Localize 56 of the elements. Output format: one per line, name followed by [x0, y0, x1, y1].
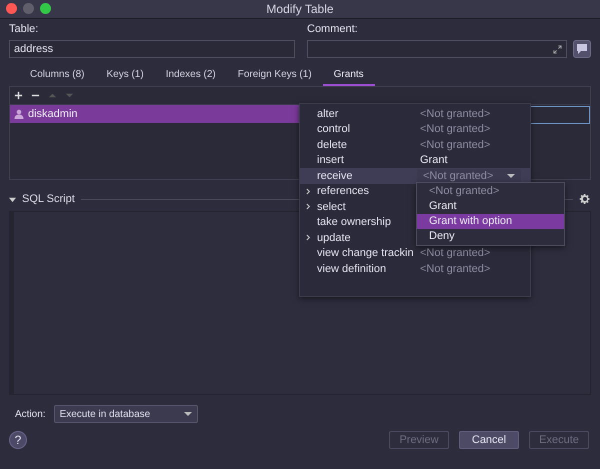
section-title: SQL Script: [22, 193, 75, 205]
privilege-name: insert: [317, 154, 345, 166]
speech-bubble-icon: [576, 43, 588, 55]
grant-value: <Not granted>: [420, 108, 490, 120]
close-button[interactable]: [6, 3, 17, 14]
privilege-name: view definition: [317, 262, 388, 275]
tab[interactable]: Columns (8): [19, 66, 96, 86]
user-row[interactable]: diskadmin: [10, 105, 300, 123]
privilege-row[interactable]: control <Not granted>: [300, 122, 530, 137]
comment-field[interactable]: [307, 40, 567, 58]
zoom-button[interactable]: [40, 3, 51, 14]
tab[interactable]: Indexes (2): [154, 66, 227, 86]
privilege-row[interactable]: delete <Not granted>: [300, 137, 530, 152]
table-label: Table:: [9, 23, 40, 35]
privilege-name: references: [317, 185, 370, 198]
grant-value: <Not granted>: [420, 247, 490, 260]
privilege-name: alter: [317, 108, 340, 120]
expand-icon[interactable]: [553, 44, 562, 54]
window-title: Modify Table: [266, 2, 334, 16]
add-icon[interactable]: [14, 91, 23, 100]
privilege-name: delete: [317, 138, 348, 151]
tab[interactable]: Foreign Keys (1): [226, 66, 323, 86]
privilege-name: view change trackin: [317, 247, 415, 260]
action-label: Action:: [15, 408, 46, 420]
chevron-icon[interactable]: [306, 234, 311, 242]
table-name-field[interactable]: address: [9, 40, 295, 58]
dropdown-option[interactable]: Grant with option: [417, 214, 564, 228]
dropdown-option[interactable]: Deny: [417, 228, 564, 244]
privilege-name: receive: [317, 170, 354, 182]
privilege-name: update: [317, 232, 352, 244]
privilege-row[interactable]: view change trackin <Not granted>: [300, 246, 530, 261]
grant-value: <Not granted>: [420, 262, 490, 275]
grant-value: Grant: [420, 154, 448, 166]
collapse-icon[interactable]: [9, 196, 16, 202]
dropdown-option[interactable]: Grant: [417, 198, 564, 214]
dialog-button[interactable]: Cancel: [459, 431, 519, 449]
tab[interactable]: Keys (1): [95, 66, 155, 86]
privilege-row[interactable]: alter <Not granted>: [300, 106, 530, 122]
privilege-name: control: [317, 123, 352, 136]
caret-icon: [507, 172, 515, 179]
caret-icon: [184, 411, 192, 417]
grant-value: <Not granted>: [420, 138, 490, 151]
privilege-row[interactable]: insert Grant: [300, 152, 530, 168]
chevron-icon[interactable]: [306, 203, 311, 210]
user-name: diskadmin: [28, 108, 78, 120]
comment-label: Comment:: [307, 23, 359, 35]
settings-icon[interactable]: [579, 193, 591, 205]
user-icon: [14, 109, 24, 119]
privilege-name: select: [317, 200, 347, 213]
action-dropdown[interactable]: Execute in database: [54, 405, 198, 423]
chevron-icon[interactable]: [306, 188, 311, 195]
help-button[interactable]: ?: [9, 431, 27, 449]
privilege-row[interactable]: view definition <Not granted>: [300, 261, 530, 276]
privilege-row[interactable]: receive <Not granted>: [300, 168, 530, 184]
grant-value: <Not granted>: [420, 123, 490, 136]
comment-button[interactable]: [573, 40, 591, 58]
